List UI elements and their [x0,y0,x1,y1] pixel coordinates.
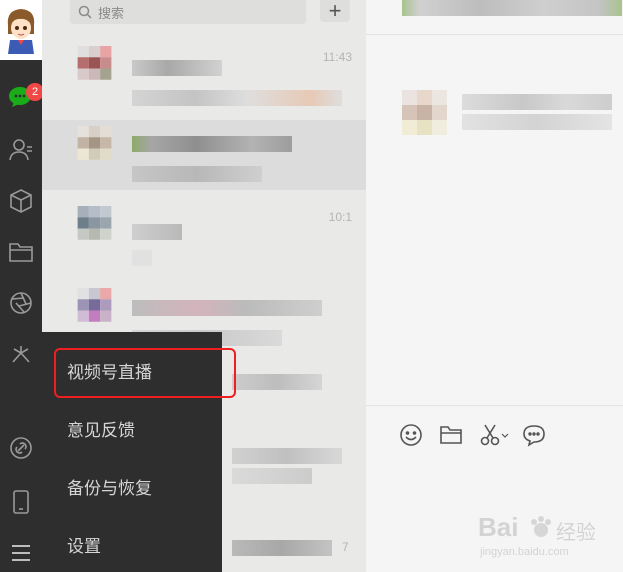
cube-icon[interactable] [4,186,38,216]
chat-time: 7 [342,540,349,554]
chat-row-selected[interactable] [42,120,366,190]
menu-item-feedback[interactable]: 意见反馈 [42,402,222,454]
chat-avatar [77,46,112,80]
phone-icon[interactable] [4,487,38,517]
chat-row[interactable]: 11:43 [42,40,366,110]
menu-item-settings[interactable]: 设置 [42,518,222,570]
chat-avatar [77,206,112,240]
conversation-header [366,0,623,34]
aperture-icon[interactable] [4,288,38,318]
message-bubble [366,80,623,140]
sparkle-icon[interactable] [4,339,38,369]
search-icon [78,5,92,19]
chat-row[interactable]: 10:1 [42,200,366,270]
sender-avatar [402,90,447,135]
scissors-icon[interactable] [478,422,510,448]
highlight-box [54,348,236,398]
plus-icon: + [328,0,342,23]
header-divider [366,34,623,35]
wechat-window: 2 搜索 + 11:43 10:1 7 视频号直播 意见反馈 备份与恢复 设置 … [0,0,623,572]
nav-rail: 2 [0,0,44,572]
chat-avatar [77,126,112,160]
menu-icon[interactable] [4,538,38,568]
chat-time: 10:1 [328,210,352,224]
chat-avatar [77,288,112,322]
paw-icon [531,516,551,537]
chat-time: 11:43 [322,50,352,64]
menu-item-backup-restore[interactable]: 备份与恢复 [42,460,222,512]
avatar[interactable] [0,0,42,60]
add-button[interactable]: + [320,0,350,22]
link-icon[interactable] [4,433,38,463]
folder-icon[interactable] [4,237,38,267]
contacts-icon[interactable] [4,135,38,165]
watermark-logo: Bai 经验 jingyan.baidu.com [478,512,596,558]
chat-bubble-icon[interactable] [521,422,547,448]
search-placeholder: 搜索 [98,6,125,22]
folder-icon[interactable] [438,422,464,448]
input-divider [366,405,623,406]
conversation-pane [366,0,623,572]
search-input[interactable]: 搜索 [70,0,306,24]
emoji-icon[interactable] [398,422,424,448]
